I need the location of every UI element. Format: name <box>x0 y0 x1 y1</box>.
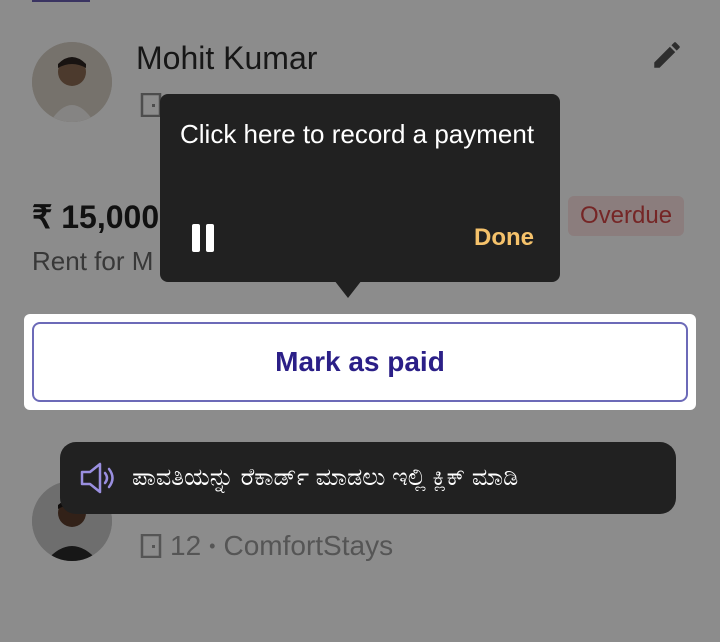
audio-hint-text: ಪಾವತಿಯನ್ನು ರೆಕಾರ್ಡ್ ಮಾಡಲು ಇಲ್ಲಿ ಕ್ಲಿಕ್ ಮ… <box>132 464 519 491</box>
done-button[interactable]: Done <box>474 224 534 252</box>
tooltip-arrow <box>334 280 362 298</box>
coach-tooltip: Click here to record a payment <box>160 94 560 282</box>
mark-as-paid-button[interactable]: Mark as paid <box>32 322 688 402</box>
audio-hint-pill[interactable]: ಪಾವತಿಯನ್ನು ರೆಕಾರ್ಡ್ ಮಾಡಲು ಇಲ್ಲಿ ಕ್ಲಿಕ್ ಮ… <box>60 442 676 514</box>
pause-icon[interactable] <box>192 224 216 252</box>
tooltip-text: Click here to record a payment <box>180 119 535 149</box>
speaker-icon <box>80 462 114 494</box>
